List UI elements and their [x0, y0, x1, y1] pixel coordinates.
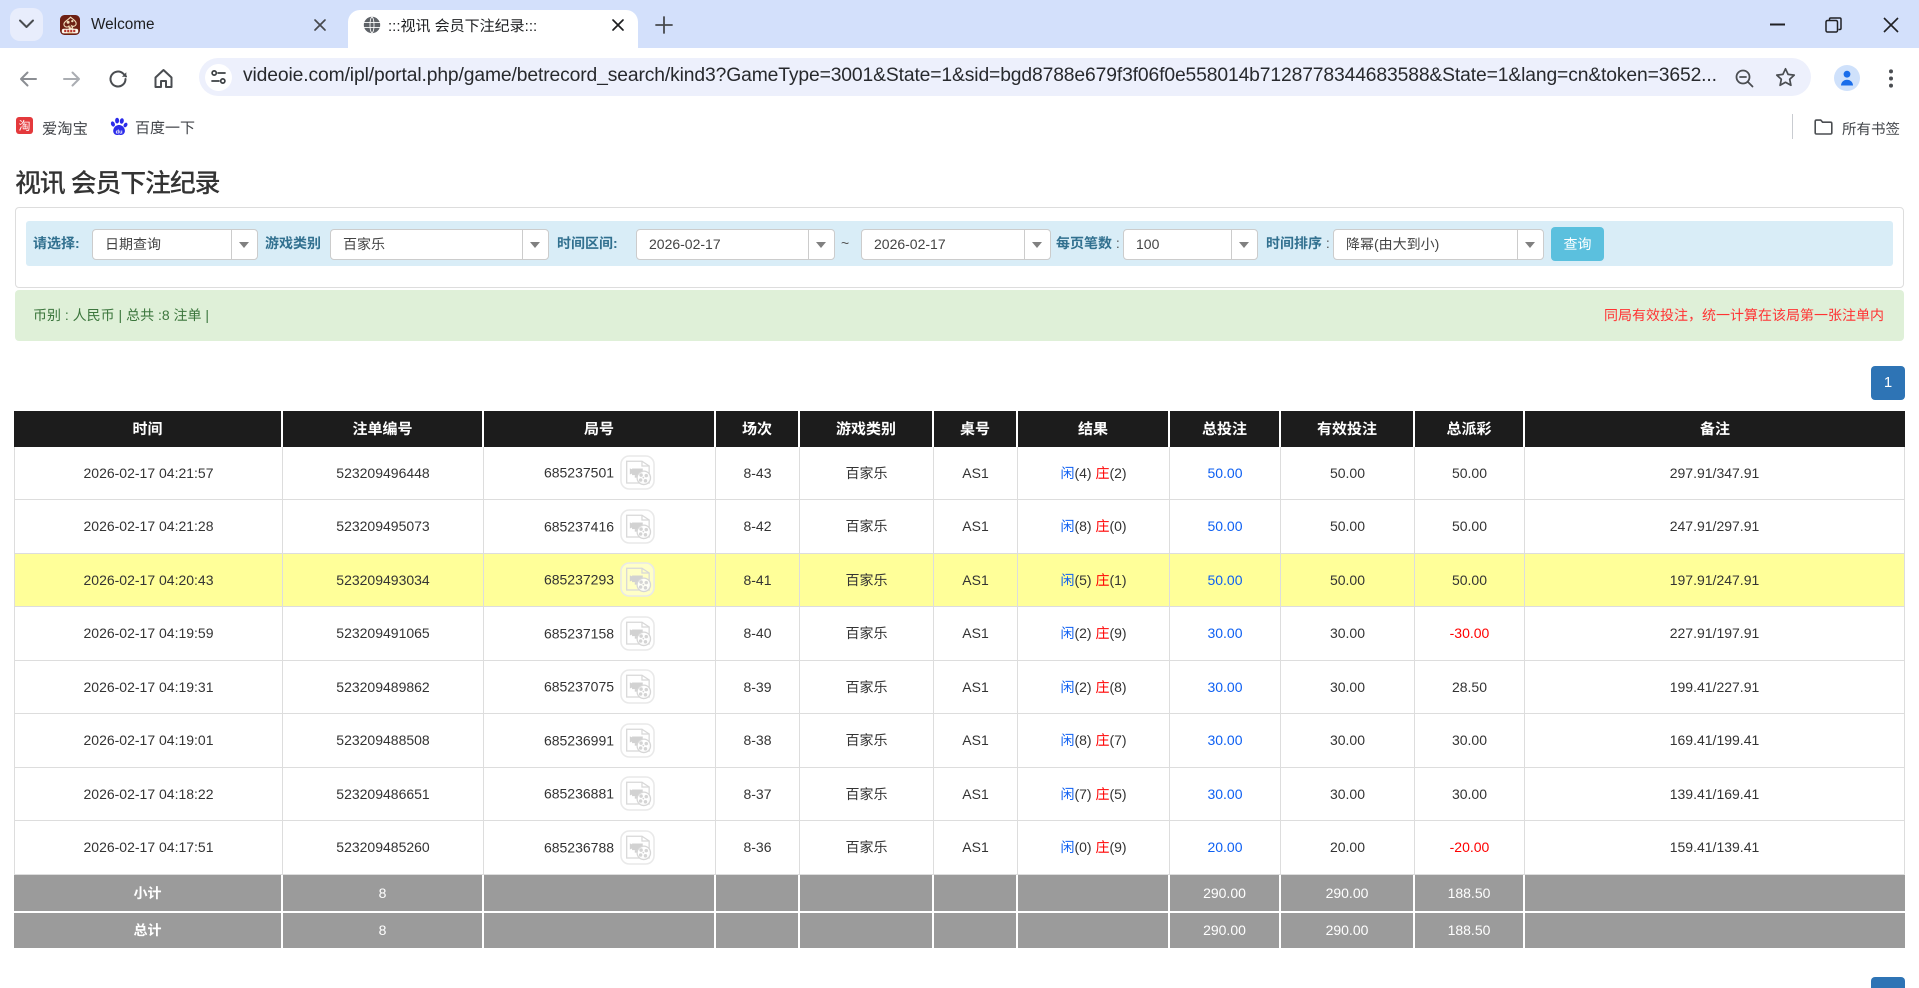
svg-text:du: du — [116, 129, 123, 135]
